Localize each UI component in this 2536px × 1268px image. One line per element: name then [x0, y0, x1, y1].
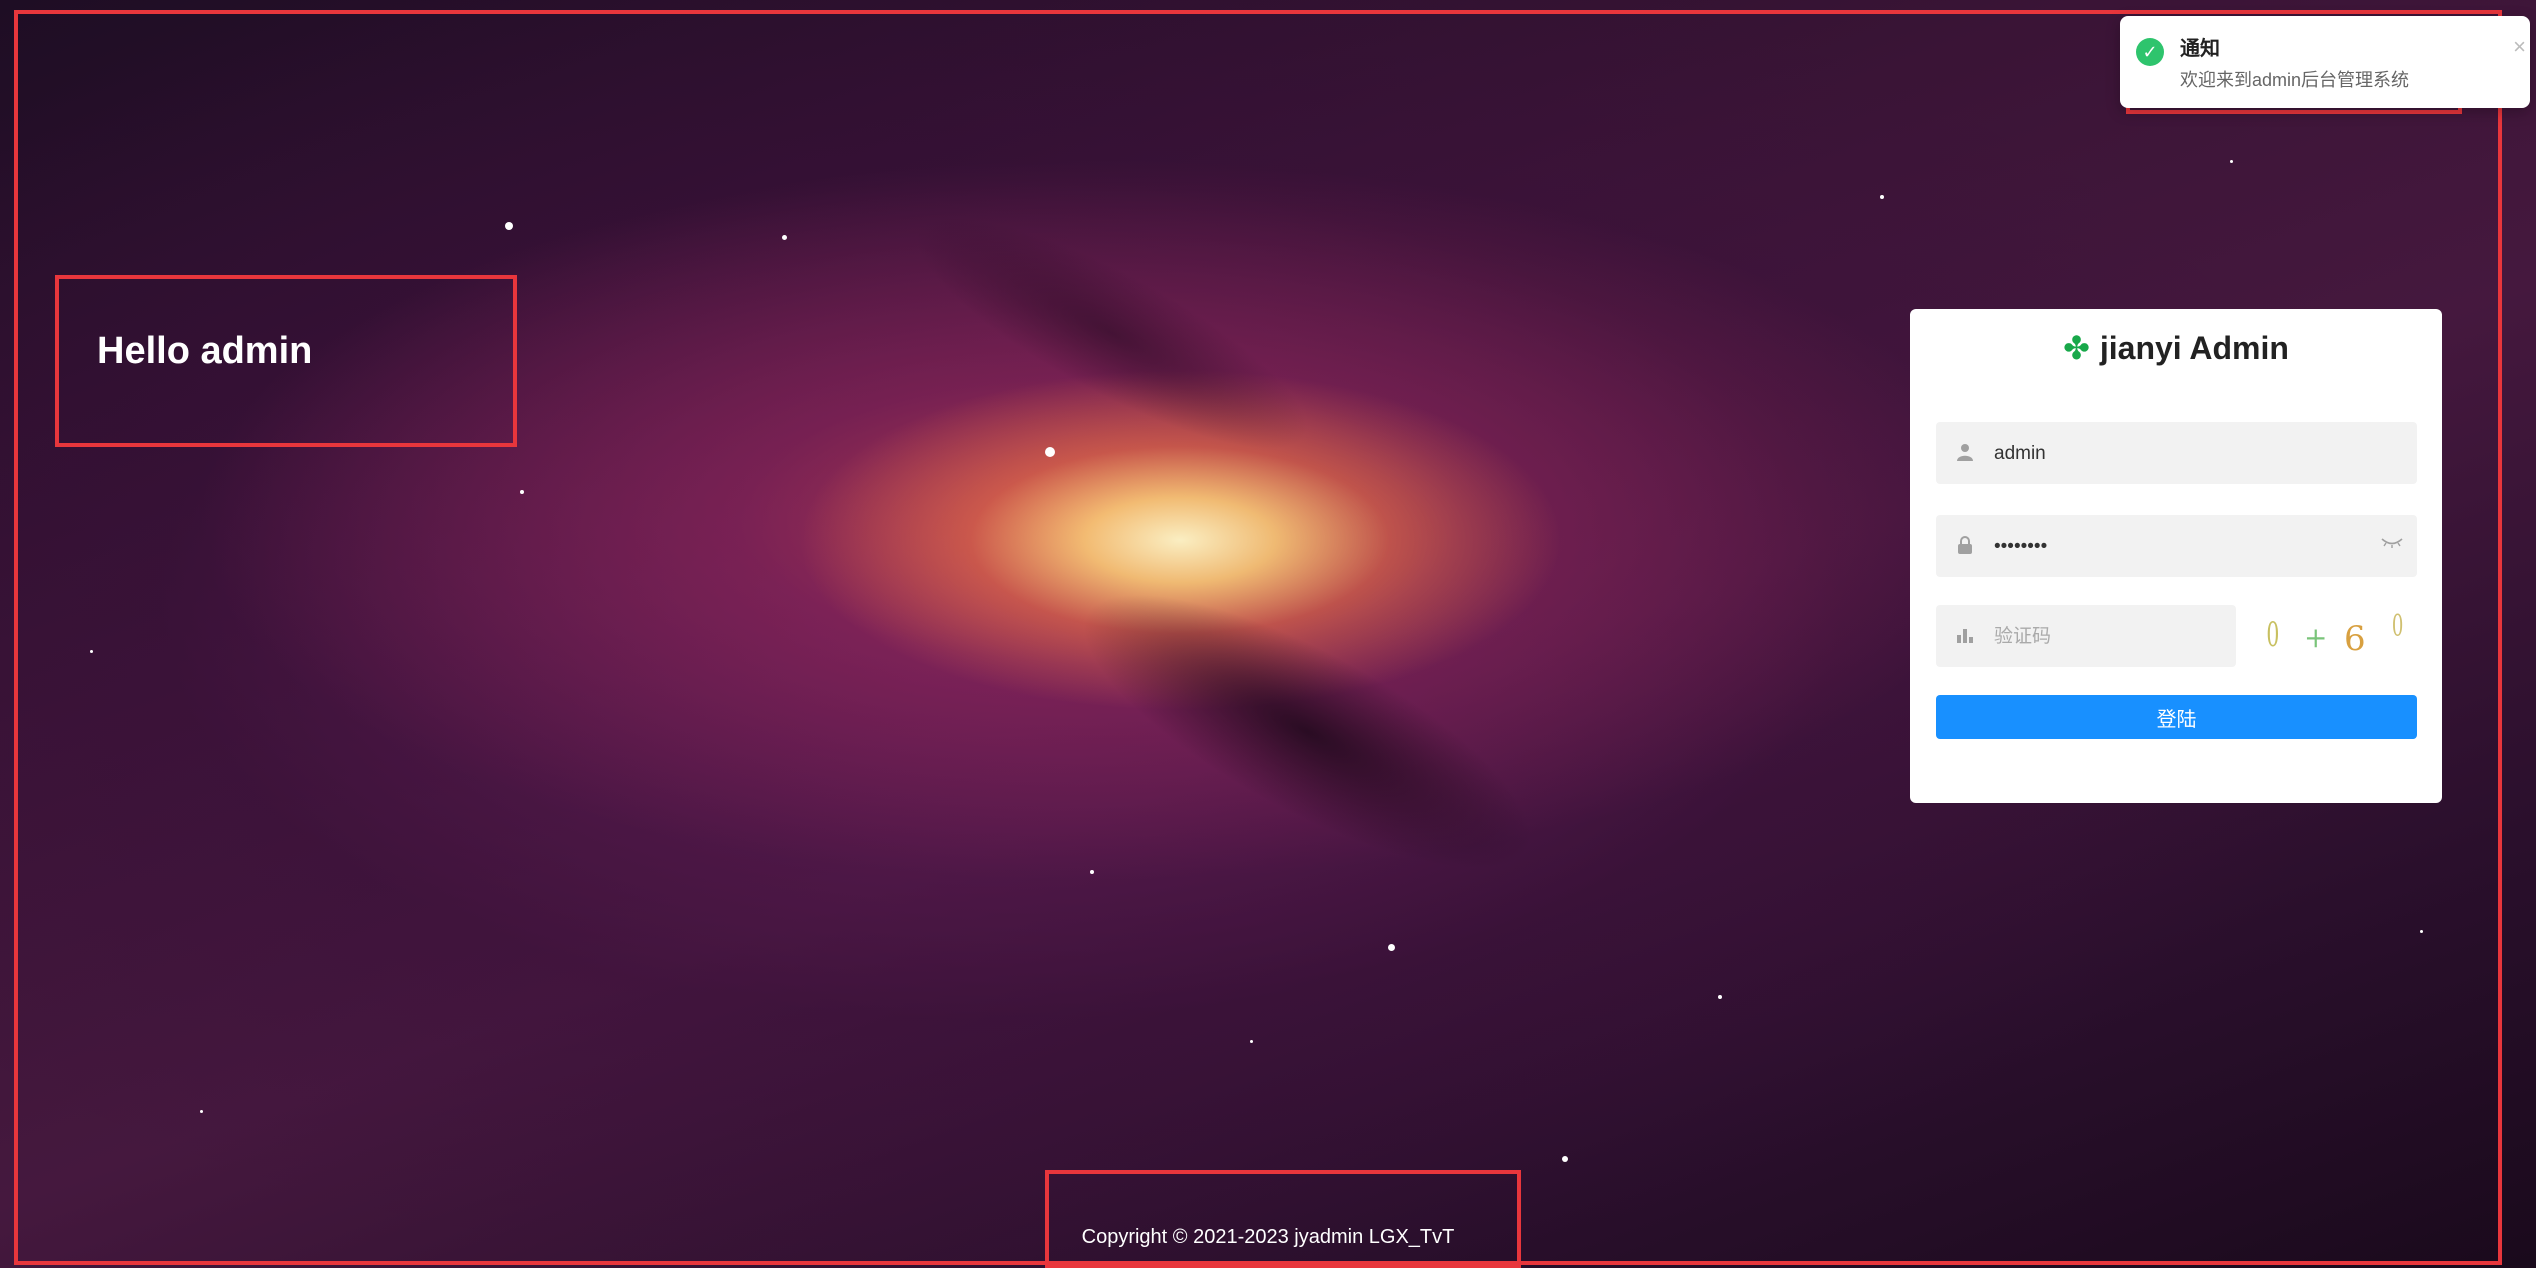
nebula-dust — [505, 0, 1895, 1141]
notification-title: 通知 — [2180, 38, 2220, 60]
clover-icon: ✤ — [2063, 330, 2090, 366]
star — [782, 235, 787, 240]
star — [1880, 195, 1884, 199]
brand-title: ✤ jianyi Admin — [1910, 329, 2442, 367]
captcha-char: 6 — [2344, 619, 2366, 659]
username-input[interactable] — [1992, 422, 2356, 486]
star — [200, 1110, 203, 1113]
notification-message: 欢迎来到admin后台管理系统 — [2180, 70, 2410, 90]
star — [1090, 870, 1094, 874]
login-card: ✤jianyi Admin 0 + 6 — [1910, 309, 2442, 803]
password-input[interactable] — [1992, 515, 2356, 579]
username-field[interactable] — [1936, 422, 2417, 486]
star — [1045, 447, 1055, 457]
star — [1250, 1040, 1253, 1043]
star — [1388, 944, 1395, 951]
login-button[interactable]: 登陆 — [1936, 695, 2417, 739]
user-icon — [1954, 442, 1976, 464]
login-page: Hello admin ✓ 通知 欢迎来到admin后台管理系统 × ✤ jian… — [0, 0, 2536, 1268]
captcha-char: + — [2304, 621, 2328, 654]
star — [505, 222, 513, 230]
lock-icon — [1954, 535, 1976, 557]
close-icon[interactable]: × — [2513, 34, 2526, 60]
star — [1562, 1156, 1568, 1162]
eye-closed-icon[interactable] — [2381, 533, 2403, 554]
copyright-text: Copyright © 2021-2023 jyadmin LGX_TvT — [1081, 1226, 1455, 1248]
captcha-char: 0 — [2266, 615, 2280, 655]
greeting-text: Hello admin — [97, 330, 313, 372]
captcha-image[interactable]: 0 + 6 0 — [2248, 605, 2417, 667]
brand-label: jianyi Admin — [2099, 330, 2289, 366]
star — [520, 490, 524, 494]
password-field[interactable] — [1936, 515, 2417, 579]
star — [2420, 930, 2423, 933]
footer-outline — [1045, 1170, 1521, 1268]
star — [90, 650, 93, 653]
check-circle-icon: ✓ — [2136, 38, 2164, 66]
star — [1718, 995, 1722, 999]
captcha-field[interactable] — [1936, 605, 2356, 669]
star — [2230, 160, 2233, 163]
captcha-char: 0 — [2391, 609, 2404, 644]
notification-toast: ✓ 通知 欢迎来到admin后台管理系统 × — [2120, 16, 2530, 108]
bar-chart-icon — [1954, 625, 1976, 647]
